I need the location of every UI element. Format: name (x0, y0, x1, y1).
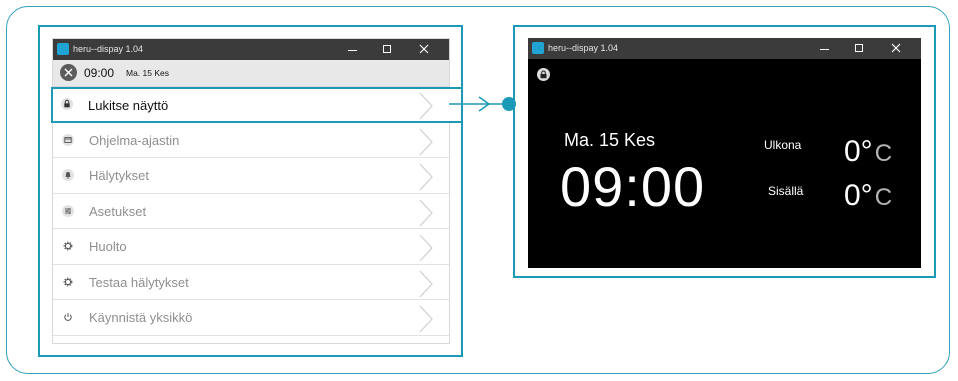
arrow-connector (449, 96, 516, 112)
menu-item-alarms[interactable]: Hälytykset (53, 158, 449, 194)
calendar-icon (62, 133, 74, 146)
chevron-right-icon (419, 128, 433, 155)
menu-item-label: Asetukset (89, 203, 147, 219)
app-icon (57, 43, 69, 55)
indoor-temperature: 0°C (844, 179, 892, 213)
menu-item-restart-unit[interactable]: Käynnistä yksikkö (53, 300, 449, 336)
menu-list: Lukitse näyttö Ohjelma-ajastin Hälytykse… (51, 87, 463, 336)
menu-item-label: Ohjelma-ajastin (89, 132, 180, 148)
lock-screen-window: heru--dispay 1.04 Ma. 15 Kes 09:00 Ulkon… (528, 38, 921, 268)
menu-item-label: Huolto (89, 239, 127, 254)
indoor-label: Sisällä (768, 184, 804, 198)
power-icon (64, 313, 72, 321)
close-window-button[interactable] (407, 39, 441, 60)
chevron-right-icon (419, 234, 433, 262)
close-icon (64, 68, 73, 77)
menu-item-program-timer[interactable]: Ohjelma-ajastin (53, 123, 449, 158)
menu-window: heru--dispay 1.04 09:00 Ma. 15 Kes Lukit… (51, 38, 463, 344)
status-bar: 09:00 Ma. 15 Kes (53, 60, 449, 87)
lock-icon (540, 70, 547, 79)
menu-item-settings[interactable]: Asetukset (53, 194, 449, 229)
bell-icon (62, 169, 74, 181)
status-date: Ma. 15 Kes (126, 68, 169, 78)
menu-item-label: Hälytykset (89, 168, 149, 183)
gear-icon (63, 277, 73, 286)
app-icon (532, 42, 544, 54)
chevron-right-icon (419, 199, 433, 226)
title-bar: heru--dispay 1.04 (53, 39, 449, 60)
indoor-temperature-unit: C (874, 184, 893, 211)
menu-item-label: Testaa hälytykset (89, 274, 189, 290)
menu-item-maintenance[interactable]: Huolto (53, 229, 449, 265)
menu-item-label: Lukitse näyttö (88, 98, 169, 113)
gear-icon (63, 241, 73, 251)
close-icon (419, 44, 429, 54)
maximize-button[interactable] (842, 38, 876, 59)
menu-item-test-alarms[interactable]: Testaa hälytykset (53, 265, 449, 300)
outdoor-label: Ulkona (764, 138, 802, 152)
indoor-temperature-value: 0° (844, 179, 873, 212)
minimize-button[interactable] (807, 38, 841, 59)
lock-icon (61, 98, 73, 110)
lock-time: 09:00 (560, 155, 706, 218)
chevron-right-icon (419, 92, 433, 120)
chevron-right-icon (419, 270, 433, 297)
outdoor-temperature-value: 0° (844, 135, 873, 168)
lock-date: Ma. 15 Kes (564, 130, 656, 150)
close-window-button[interactable] (879, 38, 913, 59)
status-time: 09:00 (84, 66, 115, 80)
chevron-right-icon (419, 305, 433, 333)
close-menu-button[interactable] (60, 64, 77, 81)
menu-item-label: Käynnistä yksikkö (89, 310, 193, 325)
window-title: heru--dispay 1.04 (73, 44, 144, 54)
close-icon (891, 43, 901, 53)
minimize-button[interactable] (335, 39, 369, 60)
menu-item-lock-screen[interactable]: Lukitse näyttö (51, 87, 463, 123)
maximize-button[interactable] (370, 39, 404, 60)
window-title: heru--dispay 1.04 (548, 43, 619, 53)
title-bar: heru--dispay 1.04 (528, 38, 921, 59)
outdoor-temperature-unit: C (874, 140, 893, 167)
outdoor-temperature: 0°C (844, 135, 892, 169)
sliders-icon (62, 204, 74, 217)
chevron-right-icon (419, 163, 433, 191)
unlock-button[interactable] (537, 68, 550, 81)
